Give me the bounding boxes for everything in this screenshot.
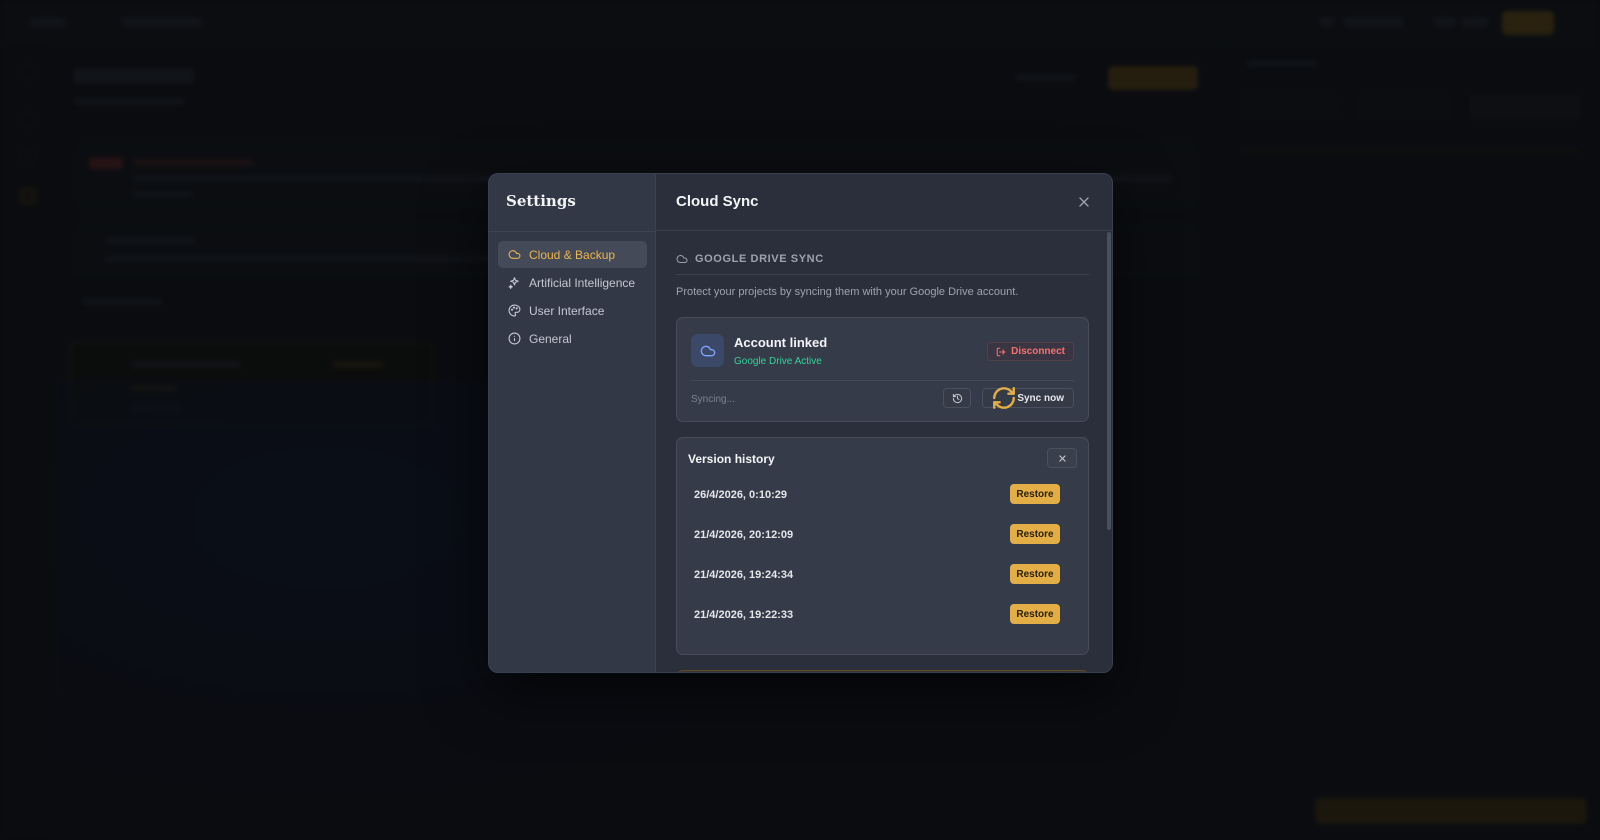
version-history-title: Version history xyxy=(688,452,775,466)
version-history-row: 26/4/2026, 0:10:29 Restore xyxy=(694,484,1060,506)
sidebar-item-label: General xyxy=(529,331,572,346)
version-history-button[interactable] xyxy=(943,388,971,408)
account-card: Account linked Google Drive Active Disco… xyxy=(676,317,1089,422)
cloud-icon xyxy=(676,255,688,263)
cloud-icon xyxy=(508,250,521,259)
disconnect-label: Disconnect xyxy=(1011,346,1065,357)
account-avatar xyxy=(691,334,724,367)
logout-icon xyxy=(996,347,1006,356)
account-status: Google Drive Active xyxy=(734,356,822,367)
restore-button[interactable]: Restore xyxy=(1010,524,1060,544)
sidebar-item-cloud-backup[interactable]: Cloud & Backup xyxy=(498,241,647,268)
close-icon[interactable] xyxy=(1076,194,1092,210)
section-heading-label: GOOGLE DRIVE SYNC xyxy=(695,253,824,265)
settings-scroll-area[interactable]: GOOGLE DRIVE SYNC Protect your projects … xyxy=(656,232,1112,672)
restore-button[interactable]: Restore xyxy=(1010,604,1060,624)
sidebar-item-label: Cloud & Backup xyxy=(529,247,616,262)
disconnect-button[interactable]: Disconnect xyxy=(987,342,1074,361)
sidebar-item-user-interface[interactable]: User Interface xyxy=(498,297,647,324)
refresh-icon xyxy=(993,387,1015,409)
sidebar-item-label: Artificial Intelligence xyxy=(529,275,636,290)
page-title: Cloud Sync xyxy=(676,193,759,210)
next-section-card xyxy=(676,670,1089,672)
section-heading: GOOGLE DRIVE SYNC xyxy=(676,253,824,265)
version-history-row: 21/4/2026, 19:24:34 Restore xyxy=(694,564,1060,586)
version-history-row: 21/4/2026, 20:12:09 Restore xyxy=(694,524,1060,546)
restore-button[interactable]: Restore xyxy=(1010,484,1060,504)
cloud-icon xyxy=(700,345,715,356)
settings-title: Settings xyxy=(506,192,576,210)
sparkles-icon xyxy=(508,277,519,289)
close-icon xyxy=(1058,454,1066,462)
restore-button[interactable]: Restore xyxy=(1010,564,1060,584)
version-date: 21/4/2026, 20:12:09 xyxy=(694,529,794,541)
version-date: 21/4/2026, 19:22:33 xyxy=(694,609,794,621)
settings-modal: Settings Cloud & Backup Artificial Intel… xyxy=(488,173,1113,673)
history-icon xyxy=(952,393,962,403)
settings-content: Cloud Sync GOOGLE DRIVE SYNC Protect you… xyxy=(656,174,1112,672)
version-history-row: 21/4/2026, 19:22:33 Restore xyxy=(694,604,1060,626)
section-divider xyxy=(676,274,1089,275)
version-history-close-button[interactable] xyxy=(1047,448,1077,468)
content-header: Cloud Sync xyxy=(656,174,1112,231)
version-date: 26/4/2026, 0:10:29 xyxy=(694,489,787,501)
info-icon xyxy=(508,332,521,345)
sync-now-label: Sync now xyxy=(1017,392,1064,404)
version-history-card: Version history 26/4/2026, 0:10:29 Resto… xyxy=(676,437,1089,655)
palette-icon xyxy=(508,304,521,317)
sync-now-button[interactable]: Sync now xyxy=(982,387,1074,409)
sidebar-item-artificial-intelligence[interactable]: Artificial Intelligence xyxy=(498,269,647,296)
settings-sidebar: Settings Cloud & Backup Artificial Intel… xyxy=(489,174,656,672)
section-description: Protect your projects by syncing them wi… xyxy=(676,286,1019,298)
sidebar-divider xyxy=(489,231,655,232)
version-date: 21/4/2026, 19:24:34 xyxy=(694,569,794,581)
sync-status: Syncing... xyxy=(691,394,735,405)
sidebar-item-label: User Interface xyxy=(529,303,605,318)
account-title: Account linked xyxy=(734,335,828,350)
account-divider xyxy=(691,380,1074,381)
sidebar-item-general[interactable]: General xyxy=(498,325,647,352)
